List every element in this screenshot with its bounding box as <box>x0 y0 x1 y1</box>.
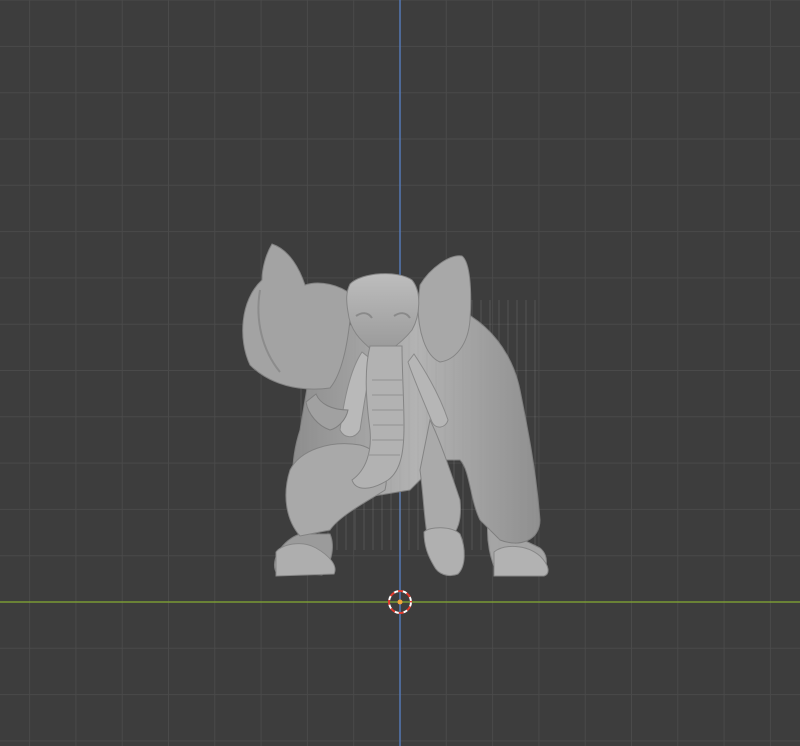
3d-viewport[interactable] <box>0 0 800 746</box>
viewport-canvas[interactable] <box>0 0 800 746</box>
